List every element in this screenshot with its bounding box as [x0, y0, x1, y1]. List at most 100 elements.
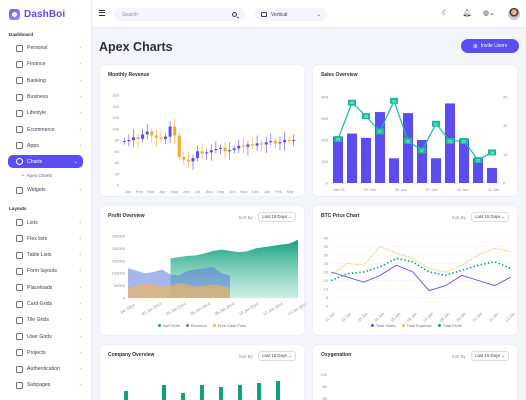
- main-content: Apex Charts ⊕ Invite Users Monthly Reven…: [92, 28, 526, 400]
- free-cash-flow-area: [128, 283, 230, 298]
- sidebar-item-personal[interactable]: Personal ›: [0, 40, 91, 56]
- y-tick-label: 400: [321, 138, 328, 143]
- legend-item[interactable]: Total Expense: [402, 323, 432, 328]
- candle-body: [264, 142, 268, 145]
- chevron-right-icon: ›: [79, 366, 81, 373]
- candle-body: [237, 145, 241, 149]
- candle-body: [200, 151, 204, 154]
- brand[interactable]: DashBoi: [0, 0, 91, 28]
- y-tick-label: 120: [112, 115, 119, 120]
- sidebar-item-subpages[interactable]: Subpages ›: [0, 377, 91, 393]
- sidebar-item-label: Table Lists: [27, 252, 52, 259]
- sidebar-item-charts[interactable]: Charts ⌄: [8, 155, 83, 169]
- dark-mode-icon[interactable]: ☾: [440, 9, 450, 19]
- sidebar-item-label: Flex lists: [27, 235, 48, 242]
- sidebar-item-widgets[interactable]: Widgets ›: [0, 182, 91, 198]
- pie-chart-icon: [16, 158, 23, 166]
- tile-grids-icon: [16, 316, 23, 324]
- widget-icon: [16, 186, 23, 194]
- avatar[interactable]: [508, 8, 520, 20]
- x-tick-label: 11 Jan: [488, 311, 500, 323]
- legend-item[interactable]: Total Sales: [371, 323, 396, 328]
- data-label: 22: [462, 139, 466, 143]
- legend-item[interactable]: Total Profit: [438, 323, 462, 328]
- btc-price-card: BTC Price Chart Sort By : Last 15 Days ⌄…: [312, 205, 518, 336]
- search-input[interactable]: Search: [114, 8, 245, 21]
- sidebar-item-card-grids[interactable]: Card Grids ›: [0, 296, 91, 312]
- dollar-icon: [16, 60, 23, 68]
- chevron-right-icon: ›: [79, 94, 81, 101]
- chevron-right-icon: ›: [79, 382, 81, 389]
- candle-body: [232, 148, 236, 151]
- invite-users-button[interactable]: ⊕ Invite Users: [461, 39, 519, 53]
- chevron-right-icon: ›: [79, 77, 81, 84]
- data-label: 43: [392, 99, 396, 103]
- sidebar-item-projects[interactable]: Projects ›: [0, 345, 91, 361]
- x-tick-label: 02 Jan 2014: [141, 301, 163, 317]
- notification-bell-icon[interactable]: 🔔︎: [462, 9, 472, 19]
- sidebar-item-label: Card Grids: [27, 301, 53, 307]
- sidebar: DashBoi Dashboard Personal › Finance › Banki…: [0, 0, 92, 400]
- sidebar-item-lists[interactable]: Lists ›: [0, 214, 91, 230]
- sales-bar: [487, 167, 497, 183]
- sidebar-item-apps[interactable]: Apps ›: [0, 138, 91, 154]
- y-tick-label: 0: [326, 304, 329, 309]
- user-icon: [16, 44, 23, 52]
- candle-body: [141, 134, 145, 139]
- sales-overview-chart: 800 600 400 200 0 45 30 15 0 23 42 35 27 43 22 17 31 22 22…: [321, 95, 508, 193]
- x-tick-label: May: [170, 189, 178, 194]
- sidebar-item-ecommerce[interactable]: Ecommerce ›: [0, 121, 91, 137]
- sidebar-item-label: Ecommerce: [27, 126, 55, 133]
- sidebar-item-tile-grids[interactable]: Tile Grids ›: [0, 312, 91, 328]
- legend-item[interactable]: Revenue: [186, 323, 207, 328]
- projects-icon: [16, 349, 23, 357]
- chevron-right-icon: ›: [79, 235, 81, 242]
- menu-toggle-icon[interactable]: [99, 10, 105, 16]
- data-label: 27: [378, 130, 382, 134]
- candle-body: [168, 126, 172, 137]
- y-tick-label: 20: [324, 270, 329, 275]
- placeloads-icon: [16, 284, 23, 292]
- data-label: 22: [406, 139, 410, 143]
- y-tick-label: 60: [115, 149, 120, 154]
- legend-item[interactable]: Net Profit: [158, 323, 180, 328]
- flex-lists-icon: [16, 235, 23, 243]
- chevron-right-icon: ›: [79, 268, 81, 275]
- chevron-down-icon: ⌄: [316, 11, 321, 18]
- heart-icon: [16, 109, 23, 117]
- sidebar-item-label: Placeloads: [27, 284, 53, 291]
- sidebar-item-placeloads[interactable]: Placeloads ›: [0, 280, 91, 296]
- y-tick-label: 35: [324, 244, 329, 249]
- sidebar-item-table-lists[interactable]: Table Lists ›: [0, 247, 91, 263]
- language-globe-icon[interactable]: ◍⌄: [482, 9, 496, 19]
- search-icon: [232, 11, 237, 17]
- sidebar-item-authentication[interactable]: Authentication ›: [0, 361, 91, 377]
- candle-body: [251, 144, 254, 146]
- candle-body: [223, 147, 227, 152]
- candle-body: [150, 131, 154, 136]
- sidebar-item-lifestyle[interactable]: Lifestyle ›: [0, 105, 91, 121]
- sidebar-item-label: Subpages: [27, 382, 51, 389]
- profit-overview-card: Profit Overview Sort By : Last 15 Days ⌄…: [99, 205, 306, 336]
- form-layouts-icon: [16, 267, 23, 275]
- sidebar-item-finance[interactable]: Finance ›: [0, 56, 91, 72]
- sidebar-item-flex-lists[interactable]: Flex lists ›: [0, 231, 91, 247]
- x-tick-label: 05 Jan: [395, 187, 407, 192]
- series-line-total-expense: [330, 245, 512, 276]
- legend-item[interactable]: Free Cash Flow: [213, 323, 246, 328]
- y-tick-label: 160: [112, 93, 119, 98]
- sidebar-subitem-apex-charts[interactable]: Apex Charts: [0, 169, 91, 182]
- sales-bar: [389, 158, 399, 183]
- sidebar-item-banking[interactable]: Banking ›: [0, 73, 91, 89]
- invite-users-label: Invite Users: [480, 43, 508, 49]
- sidebar-item-label: Finance: [27, 61, 46, 68]
- sidebar-item-user-grids[interactable]: User Grids ›: [0, 328, 91, 344]
- sidebar-item-business[interactable]: Business ›: [0, 89, 91, 105]
- y-tick-label: 50000: [114, 283, 126, 288]
- sidebar-item-form-layouts[interactable]: Form layouts ›: [0, 263, 91, 279]
- layout-select[interactable]: Vertical ⌄: [255, 8, 327, 21]
- sidebar-item-label: Widgets: [27, 187, 46, 194]
- candle-body: [246, 144, 250, 147]
- x-tick-label: Feb: [275, 189, 283, 194]
- chevron-right-icon: ›: [79, 142, 81, 149]
